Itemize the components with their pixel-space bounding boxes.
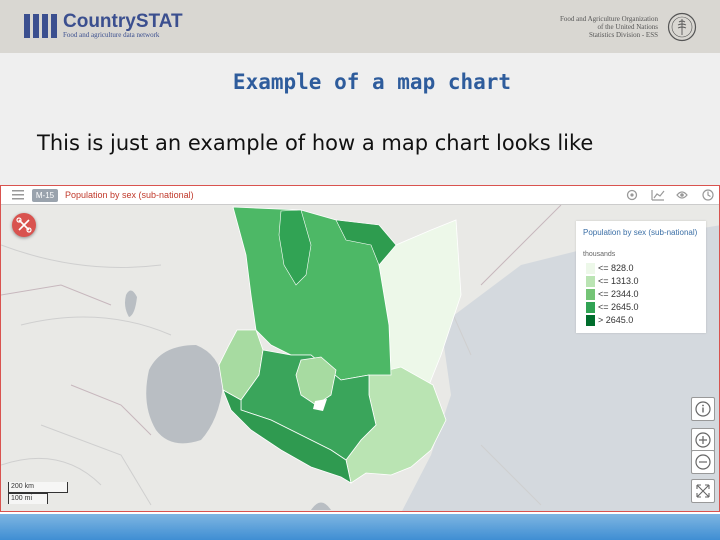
map-toolbar: M-15 Population by sex (sub-national) <box>1 186 719 205</box>
legend-swatch <box>586 263 595 274</box>
map-legend: Population by sex (sub-national) thousan… <box>576 221 706 333</box>
legend-item[interactable]: <= 2344.0 <box>586 289 654 300</box>
legend-item[interactable]: <= 828.0 <box>586 263 654 274</box>
info-icon <box>695 401 711 417</box>
options-icon[interactable] <box>700 188 716 202</box>
info-button[interactable] <box>691 397 715 421</box>
export-icon[interactable] <box>674 188 690 202</box>
legend-item[interactable]: > 2645.0 <box>586 315 654 326</box>
legend-title: Population by sex (sub-national) <box>583 228 698 237</box>
legend-item[interactable]: <= 2645.0 <box>586 302 654 313</box>
zoom-out-icon <box>695 454 711 470</box>
brand-tagline: Food and agriculture data network <box>63 31 160 39</box>
legend-swatch <box>586 276 595 287</box>
slide-title: Example of a map chart <box>232 70 512 94</box>
download-button[interactable] <box>12 213 36 237</box>
slide-subtitle: This is just an example of how a map cha… <box>37 131 594 155</box>
settings-icon[interactable] <box>624 188 640 202</box>
fullscreen-button[interactable] <box>691 479 715 503</box>
legend-label: <= 2344.0 <box>598 289 639 299</box>
legend-unit: thousands <box>583 251 616 258</box>
legend-label: <= 1313.0 <box>598 276 639 286</box>
legend-swatch <box>586 302 595 313</box>
zoom-out-button[interactable] <box>691 450 715 474</box>
chart-title: Population by sex (sub-national) <box>65 190 194 200</box>
fullscreen-icon <box>696 484 710 498</box>
header-bar: CountrySTAT Food and agriculture data ne… <box>0 0 720 53</box>
legend-label: <= 828.0 <box>598 263 634 273</box>
countrystat-logo[interactable]: CountrySTAT Food and agriculture data ne… <box>24 12 183 40</box>
org-line-3: Statistics Division - ESS <box>588 31 658 39</box>
footer-bar <box>0 514 720 540</box>
legend-swatch <box>586 289 595 300</box>
fao-seal-icon <box>667 12 697 42</box>
brand-name: CountrySTAT <box>63 11 183 32</box>
map-scale: 200 km 100 mi <box>8 482 68 504</box>
map-chart[interactable]: M-15 Population by sex (sub-national) Po… <box>0 185 720 512</box>
fao-org-text: Food and Agriculture Organization of the… <box>560 15 658 39</box>
org-line-1: Food and Agriculture Organization <box>559 15 658 23</box>
zoom-in-icon <box>695 432 711 448</box>
chart-type-icon[interactable] <box>650 188 666 202</box>
chart-badge: M-15 <box>32 189 58 202</box>
menu-icon[interactable] <box>12 190 24 200</box>
scale-mi: 100 mi <box>8 493 48 504</box>
legend-swatch <box>586 315 595 326</box>
legend-label: > 2645.0 <box>598 315 634 325</box>
legend-label: <= 2645.0 <box>598 302 639 312</box>
legend-item[interactable]: <= 1313.0 <box>586 276 654 287</box>
download-icon <box>16 217 32 233</box>
countrystat-bars-icon <box>24 14 57 38</box>
zoom-in-button[interactable] <box>691 428 715 452</box>
org-line-2: of the United Nations <box>597 23 658 31</box>
scale-km: 200 km <box>8 482 68 493</box>
